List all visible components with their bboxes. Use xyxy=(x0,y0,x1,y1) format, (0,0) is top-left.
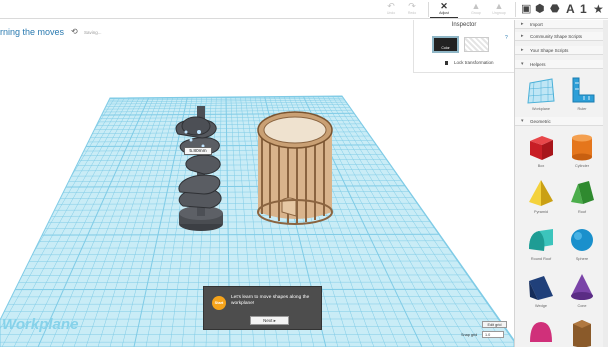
cone-icon xyxy=(571,274,593,300)
box-icon xyxy=(530,136,553,160)
workplane-icon xyxy=(527,78,555,104)
shape-workplane[interactable]: Workplane xyxy=(521,75,561,119)
tutorial-badge: Start xyxy=(212,296,226,310)
edit-grid-button[interactable]: Edit grid xyxy=(482,321,507,328)
sphere-icon xyxy=(571,229,593,251)
shape-wedge[interactable]: Wedge xyxy=(521,272,561,316)
ungroup-icon: ▲ xyxy=(494,1,504,11)
lock-icon[interactable] xyxy=(445,61,448,65)
chevron-down-icon: ▾ xyxy=(521,61,524,67)
pyramid-icon xyxy=(529,180,553,206)
inspector-title: Inspector xyxy=(451,22,477,28)
shape-cylinder[interactable]: Cylinder xyxy=(562,132,602,176)
shape-hexagonal-prism[interactable] xyxy=(562,318,602,347)
color-swatch-label: Color xyxy=(441,46,450,50)
snap-grid-label: Snap grid xyxy=(461,333,478,337)
dimension-tag[interactable]: 5.80mm xyxy=(184,147,212,155)
top-toolbar: ↶ Undo ↷ Redo ✕ Adjust ▲ Group ▲ Ungroup… xyxy=(0,0,608,19)
number-view-button[interactable]: 1 xyxy=(580,1,587,17)
design-title[interactable]: rning the moves xyxy=(0,27,64,37)
view-solid-icon[interactable]: ⬣ xyxy=(550,1,560,17)
inspector-panel: Inspector ? Color Lock transformation xyxy=(413,20,514,73)
adjust-icon: ✕ xyxy=(440,1,448,11)
hole-swatch[interactable] xyxy=(464,37,489,52)
round-roof-icon xyxy=(529,229,553,251)
chevron-down-icon: ▾ xyxy=(521,118,524,124)
star-icon[interactable]: ★ xyxy=(593,1,604,17)
lock-transformation-label: Lock transformation xyxy=(454,60,494,65)
hexagonal-prism-icon xyxy=(573,320,591,347)
toolbar-divider xyxy=(428,2,429,17)
help-icon[interactable]: ? xyxy=(505,35,508,41)
roof-icon xyxy=(571,181,594,204)
section-import[interactable]: ▸ Import xyxy=(515,20,608,29)
shape-box[interactable]: Box xyxy=(521,132,561,176)
text-view-button[interactable]: A xyxy=(566,1,575,17)
section-your-shape-scripts[interactable]: ▸ Your Shape Scripts xyxy=(515,46,608,55)
shape-roof[interactable]: Roof xyxy=(562,178,602,222)
tutorial-message: Let's learn to move shapes along the wor… xyxy=(231,295,310,306)
redo-button[interactable]: ↷ Redo xyxy=(398,1,426,18)
sidebar-scrollbar[interactable] xyxy=(603,20,608,347)
next-button[interactable]: Next ▸ xyxy=(250,316,289,325)
ungroup-button[interactable]: ▲ Ungroup xyxy=(485,1,513,18)
shape-sphere[interactable]: Sphere xyxy=(562,225,602,269)
ruler-icon xyxy=(572,77,595,103)
shape-paraboloid[interactable] xyxy=(521,318,561,347)
shape-pyramid[interactable]: Pyramid xyxy=(521,178,561,222)
view-cube-icon[interactable]: ⬢ xyxy=(535,1,545,17)
section-community-shape-scripts[interactable]: ▸ Community Shape Scripts xyxy=(515,32,608,41)
section-helpers[interactable]: ▾ Helpers xyxy=(515,60,608,69)
toolbar-divider xyxy=(515,2,516,17)
paraboloid-icon xyxy=(530,322,552,342)
chevron-right-icon: ▸ xyxy=(521,21,524,27)
wooden-cage-model[interactable] xyxy=(257,111,333,225)
refresh-icon[interactable]: ⟲ xyxy=(71,27,78,36)
chevron-right-icon: ▸ xyxy=(521,33,524,39)
shape-round-roof[interactable]: Round Roof xyxy=(521,225,561,269)
tutorial-popup: Start Let's learn to move shapes along t… xyxy=(203,286,322,330)
wedge-icon xyxy=(529,276,553,300)
redo-icon: ↷ xyxy=(408,1,416,11)
workplane-label: Workplane xyxy=(2,316,79,333)
shape-ruler[interactable]: Ruler xyxy=(562,75,602,119)
view-box-icon[interactable]: ▣ xyxy=(521,1,531,17)
snap-grid-select[interactable]: 1.0 xyxy=(482,331,504,338)
shape-sidebar: ▸ Import ▸ Community Shape Scripts ▸ You… xyxy=(514,20,608,347)
shape-cone[interactable]: Cone xyxy=(562,272,602,316)
color-swatch[interactable]: Color xyxy=(432,36,459,53)
section-geometric[interactable]: ▾ Geometric xyxy=(515,117,608,126)
cylinder-icon xyxy=(572,134,592,161)
adjust-button[interactable]: ✕ Adjust xyxy=(430,1,458,18)
save-status: Saving... xyxy=(84,30,102,35)
chevron-right-icon: ▸ xyxy=(521,47,524,53)
